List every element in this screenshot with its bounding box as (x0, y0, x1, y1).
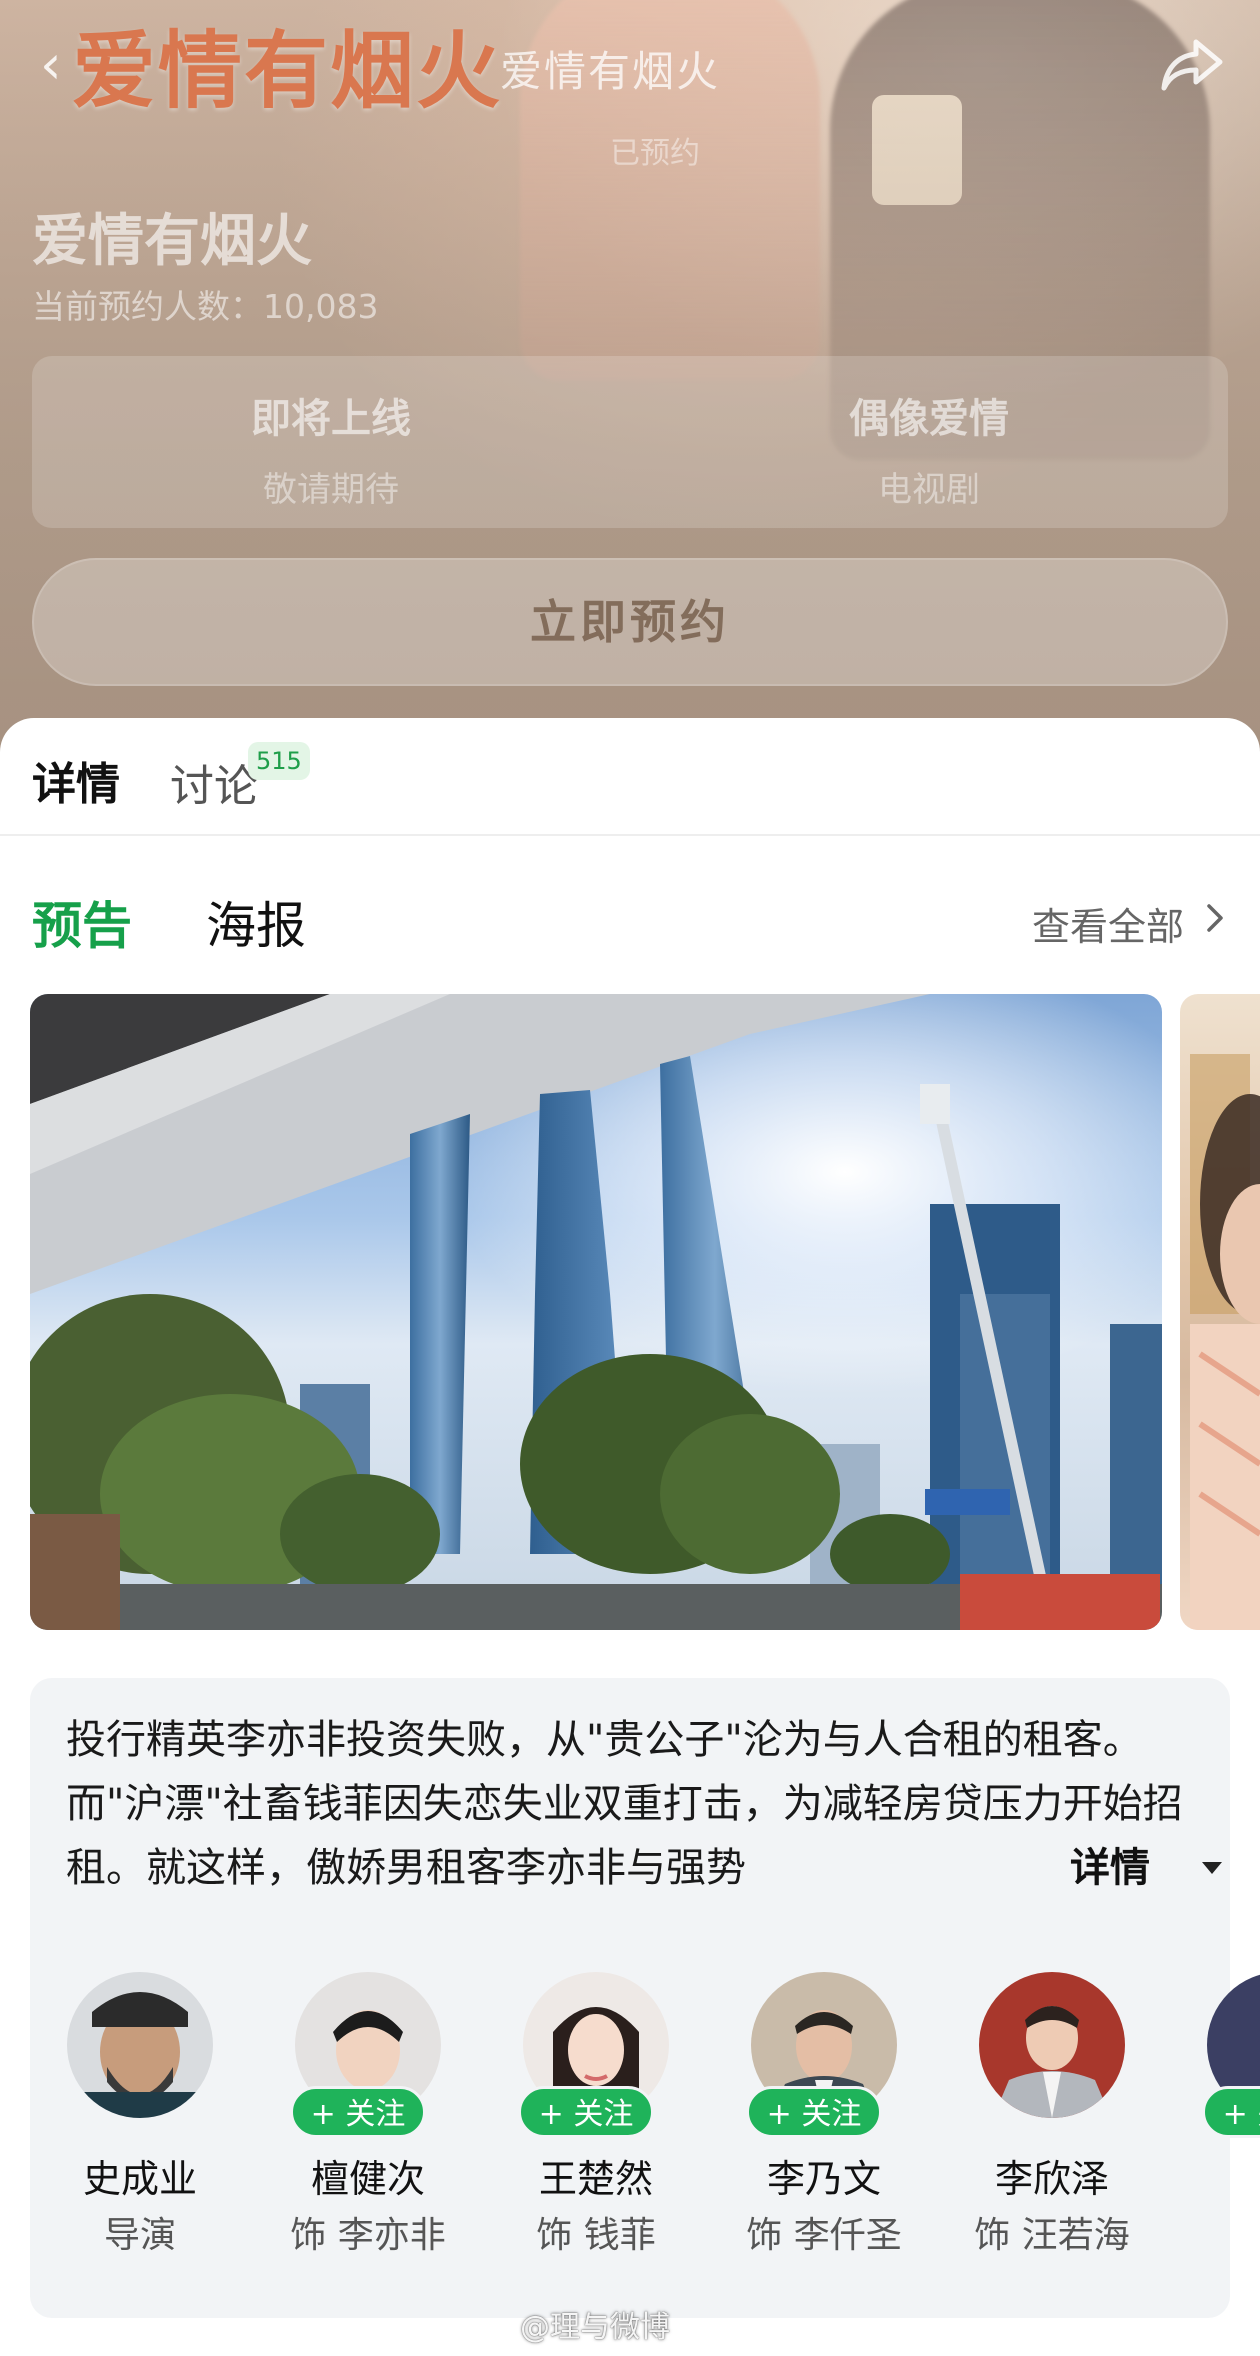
cast-name: 李乃文 (766, 2157, 881, 2201)
show-title: 爱情有烟火 (32, 209, 312, 274)
cast-role: 饰 汪若海 (974, 2215, 1130, 2256)
next-thumbnail-image (1190, 1054, 1260, 1630)
cast-item[interactable]: + 关注 李 饰 (1180, 1972, 1260, 2138)
cast-item[interactable]: + 关注 王楚然 饰 钱菲 (496, 1972, 696, 2256)
chevron-right-icon[interactable] (1200, 901, 1230, 935)
cast-name: 史成业 (82, 2157, 197, 2201)
tab-detail[interactable]: 详情 (32, 748, 120, 812)
cast-name: 李 (1180, 2148, 1260, 2203)
discuss-count-badge: 515 (248, 742, 310, 780)
watermark: @理与微博 (520, 2310, 670, 2345)
caret-down-icon[interactable] (1200, 1858, 1224, 1878)
release-status-cell: 即将上线 敬请期待 (32, 356, 630, 528)
poster-logo-title: 爱情有烟火 (72, 21, 503, 120)
tab-trailer[interactable]: 预告 (32, 886, 132, 958)
synopsis-more-button[interactable]: 详情 (1020, 1836, 1210, 1900)
cast-name: 檀健次 (310, 2157, 425, 2201)
next-trailer-thumbnail[interactable] (1180, 994, 1260, 1630)
actor-photo (979, 1972, 1125, 2118)
cast-role: 饰 (1180, 2206, 1260, 2258)
release-status: 即将上线 (251, 396, 411, 442)
cast-list: 史成业 导演 + 关注 檀健次 饰 李亦非 + 关注 王楚然 饰 钱菲 + 关注… (0, 1972, 1260, 2302)
nav-subtitle: 已预约 (610, 136, 700, 171)
hero-banner: 爱情有烟火 ‹ 爱情有烟火 已预约 爱情有烟火 当前预约人数：10,083 即将… (0, 0, 1260, 760)
cast-name: 王楚然 (538, 2157, 653, 2201)
cast-item[interactable]: 李欣泽 饰 汪若海 (952, 1972, 1152, 2256)
cast-role: 饰 李仟圣 (746, 2215, 902, 2256)
follow-button[interactable]: + 关注 (518, 2086, 654, 2138)
genre-sub: 电视剧 (878, 470, 980, 510)
follow-button[interactable]: + 关注 (290, 2086, 426, 2138)
genre: 偶像爱情 (849, 396, 1009, 442)
share-icon[interactable] (1160, 36, 1224, 94)
follow-button[interactable]: + 关注 (746, 2086, 882, 2138)
cast-name: 李欣泽 (994, 2157, 1109, 2201)
release-status-sub: 敬请期待 (263, 470, 399, 510)
trailer-thumbnail[interactable] (30, 994, 1162, 1630)
tab-discuss[interactable]: 讨论 (170, 750, 258, 814)
show-info-card: 即将上线 敬请期待 偶像爱情 电视剧 (32, 356, 1228, 528)
genre-cell[interactable]: 偶像爱情 电视剧 (630, 356, 1228, 528)
follow-button[interactable]: + 关注 (1202, 2086, 1260, 2138)
view-all-link[interactable]: 查看全部 (1032, 896, 1184, 951)
back-icon[interactable]: ‹ (40, 38, 90, 92)
cast-item[interactable]: + 关注 檀健次 饰 李亦非 (268, 1972, 468, 2256)
reservation-count: 当前预约人数：10,083 (32, 287, 379, 326)
nav-title: 爱情有烟火 (500, 47, 721, 96)
avatar (979, 1972, 1125, 2118)
detail-sheet: 详情 讨论 515 预告 海报 查看全部 投行精英李亦非投资失败，从"贵公子"沦… (0, 718, 1260, 2356)
city-skyline-image (30, 994, 1162, 1630)
tab-poster[interactable]: 海报 (206, 886, 306, 958)
cast-role: 饰 钱菲 (536, 2215, 656, 2256)
cast-item[interactable]: 史成业 导演 (40, 1972, 240, 2256)
director-photo (67, 1972, 213, 2118)
cast-role: 饰 李亦非 (290, 2215, 446, 2256)
reserve-button[interactable]: 立即预约 (32, 558, 1228, 686)
content-tabs: 详情 讨论 515 (0, 718, 1260, 836)
avatar (67, 1972, 213, 2118)
cast-role: 导演 (103, 2215, 176, 2256)
cast-item[interactable]: + 关注 李乃文 饰 李仟圣 (724, 1972, 924, 2256)
